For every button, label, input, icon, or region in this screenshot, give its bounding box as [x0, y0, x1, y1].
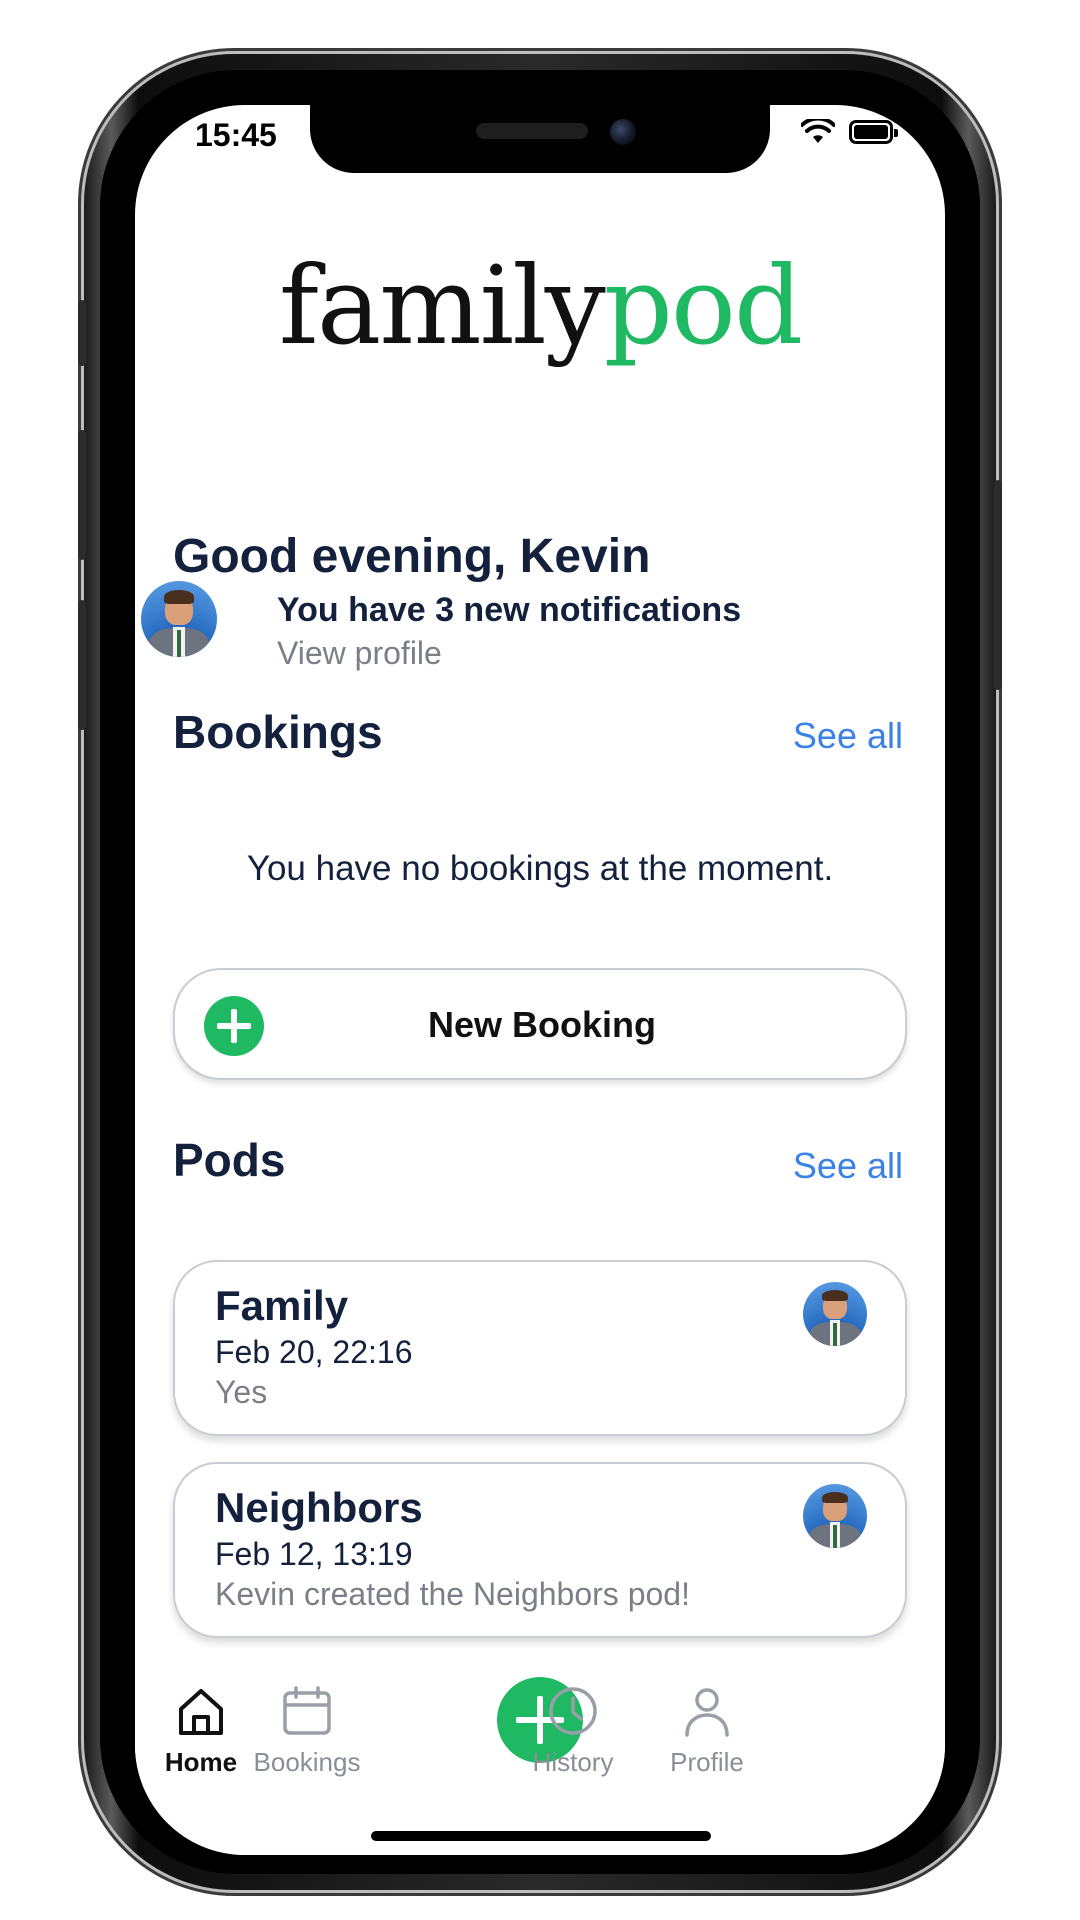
pod-card-family[interactable]: Family Feb 20, 22:16 Yes: [173, 1260, 907, 1436]
silent-switch: [78, 300, 86, 366]
avatar[interactable]: [141, 581, 217, 657]
pods-title: Pods: [173, 1134, 286, 1186]
tab-label-bookings: Bookings: [253, 1747, 361, 1777]
home-icon: [179, 1689, 223, 1735]
pod-date: Feb 20, 22:16: [215, 1334, 413, 1370]
tab-label-history: History: [532, 1747, 614, 1777]
pod-date: Feb 12, 13:19: [215, 1536, 413, 1572]
view-profile-link[interactable]: View profile: [277, 635, 442, 672]
volume-down-button: [78, 600, 86, 730]
power-button: [994, 480, 1002, 690]
pods-see-all-link[interactable]: See all: [793, 1145, 903, 1187]
status-time: 15:45: [195, 117, 277, 153]
notch: [310, 105, 770, 173]
pod-member-avatar: [803, 1282, 867, 1346]
pod-name: Family: [215, 1282, 349, 1329]
clock-icon: [549, 1687, 597, 1735]
bookings-empty-message: You have no bookings at the moment.: [246, 849, 834, 888]
new-booking-button[interactable]: New Booking: [173, 968, 907, 1080]
new-booking-label: New Booking: [427, 1004, 656, 1045]
home-indicator: [371, 1831, 711, 1841]
pod-member-avatar: [803, 1484, 867, 1548]
pod-last-message: Yes: [215, 1374, 268, 1410]
bottom-tab-bar: Home Bookings History Profile: [135, 1653, 945, 1855]
logo-text-pod: pod: [603, 244, 803, 369]
pod-card-neighbors[interactable]: Neighbors Feb 12, 13:19 Kevin created th…: [173, 1462, 907, 1638]
person-icon: [685, 1688, 729, 1737]
earpiece-speaker: [476, 123, 588, 139]
tab-label-profile: Profile: [670, 1747, 744, 1777]
bookings-title: Bookings: [173, 706, 383, 758]
notifications-text[interactable]: You have 3 new notifications: [277, 591, 741, 630]
pod-name: Neighbors: [215, 1484, 423, 1531]
app-screen: 15:45 familypod Good evening, Kevin You …: [135, 105, 945, 1855]
wifi-icon: [801, 119, 835, 143]
pod-last-message: Kevin created the Neighbors pod!: [215, 1576, 690, 1612]
battery-icon: [849, 120, 898, 144]
bookings-see-all-link[interactable]: See all: [793, 715, 903, 757]
app-logo: familypod: [135, 253, 945, 361]
front-camera: [610, 119, 636, 145]
calendar-icon: [283, 1686, 331, 1735]
tab-history[interactable]: History: [503, 1683, 643, 1778]
logo-text-family: family: [278, 244, 606, 369]
volume-up-button: [78, 430, 86, 560]
status-icons: [801, 119, 898, 145]
tab-profile[interactable]: Profile: [637, 1683, 777, 1778]
greeting-title: Good evening, Kevin: [173, 530, 651, 583]
tab-bookings[interactable]: Bookings: [237, 1683, 377, 1778]
